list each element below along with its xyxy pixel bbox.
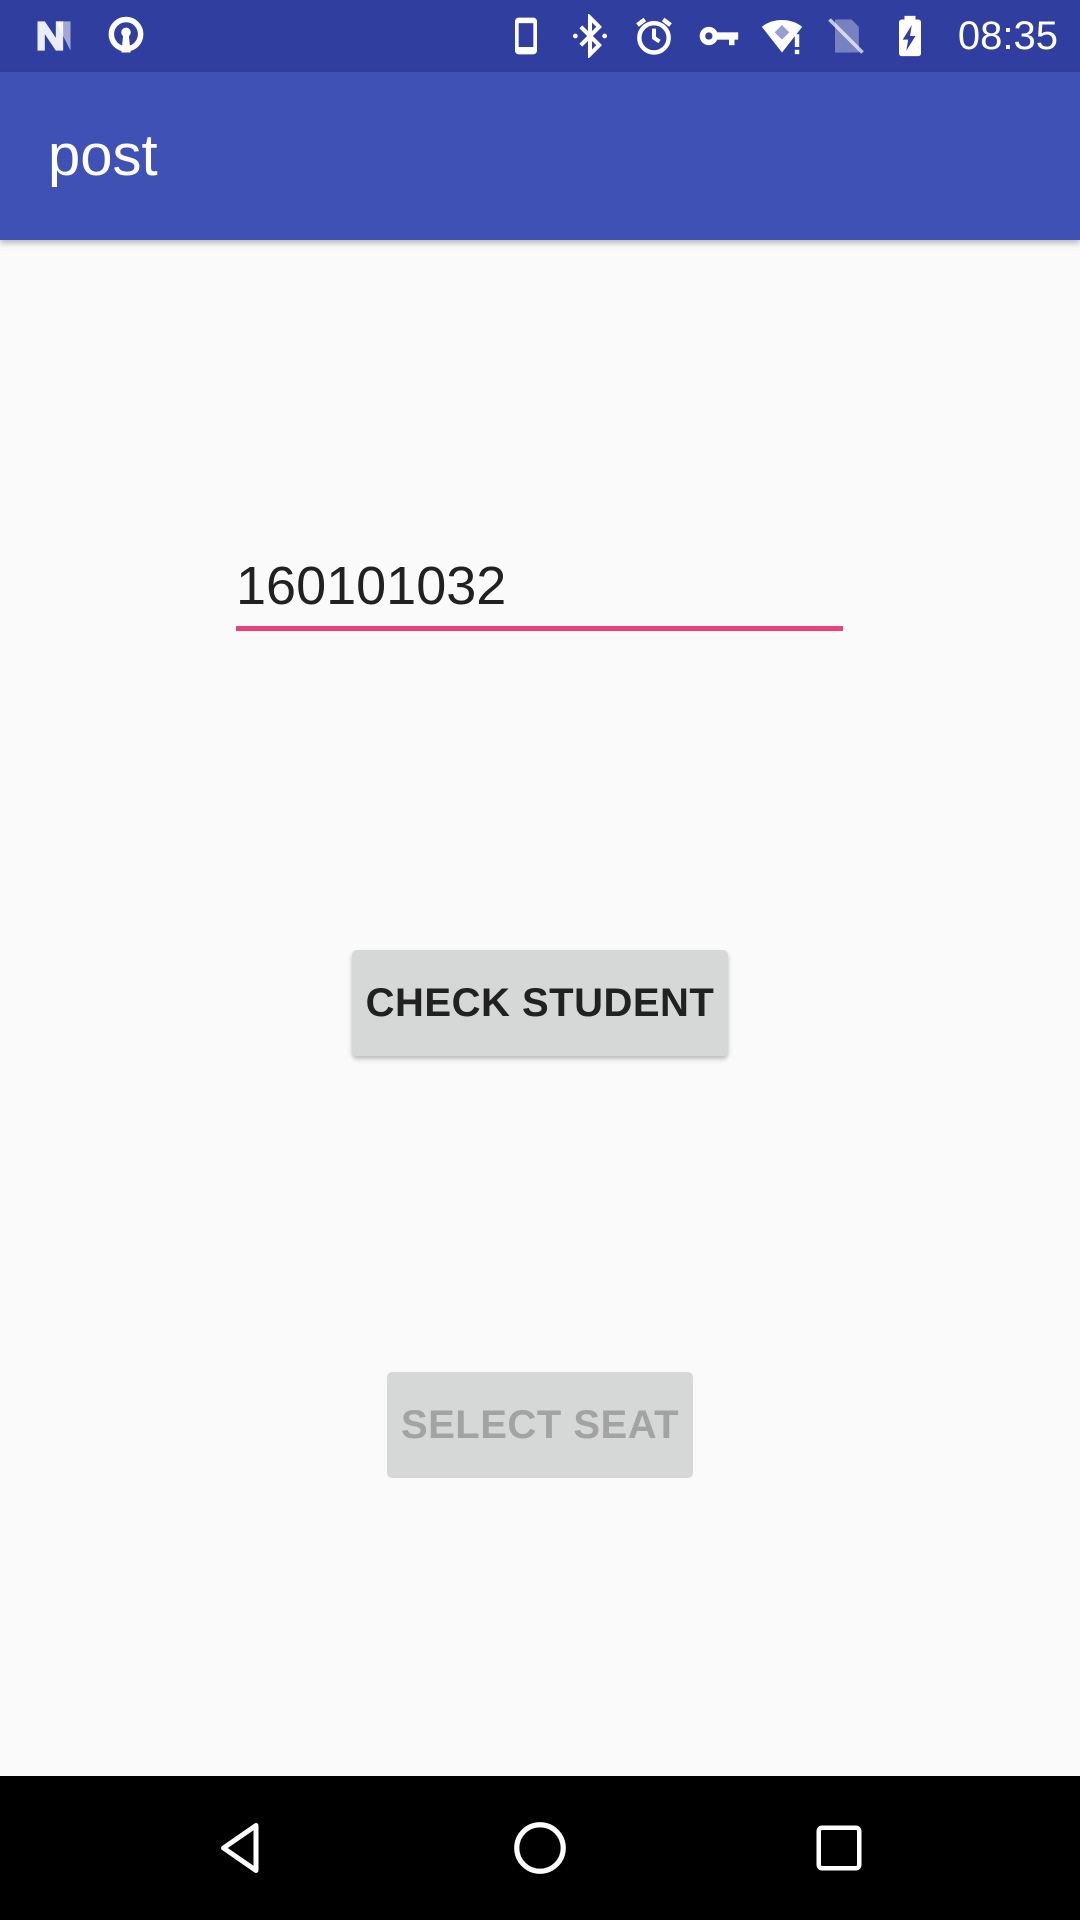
select-seat-button[interactable]: SELECT SEAT [387,1372,693,1478]
navigation-bar [0,1776,1080,1920]
status-bar-right: 08:35 [502,12,1058,60]
home-icon[interactable] [504,1812,576,1884]
recents-icon[interactable] [803,1812,875,1884]
app-bar: post [0,72,1080,240]
battery-charging-icon [886,12,934,60]
phone-icon [502,12,550,60]
n-icon [30,12,78,60]
wifi-alert-icon [758,12,806,60]
no-sim-icon [822,12,870,60]
vpn-key-hole-icon [102,12,150,60]
alarm-icon [630,12,678,60]
app-title: post [48,123,158,188]
bluetooth-icon [566,12,614,60]
back-icon[interactable] [205,1812,277,1884]
input-underline [236,626,843,631]
status-bar: 08:35 [0,0,1080,72]
screen: 08:35 post CHECK STUDENT SELECT SEAT [0,0,1080,1920]
check-student-button[interactable]: CHECK STUDENT [352,950,728,1056]
status-time: 08:35 [957,13,1058,58]
student-id-input[interactable] [236,546,843,626]
status-bar-left [30,12,150,60]
key-icon [694,12,742,60]
